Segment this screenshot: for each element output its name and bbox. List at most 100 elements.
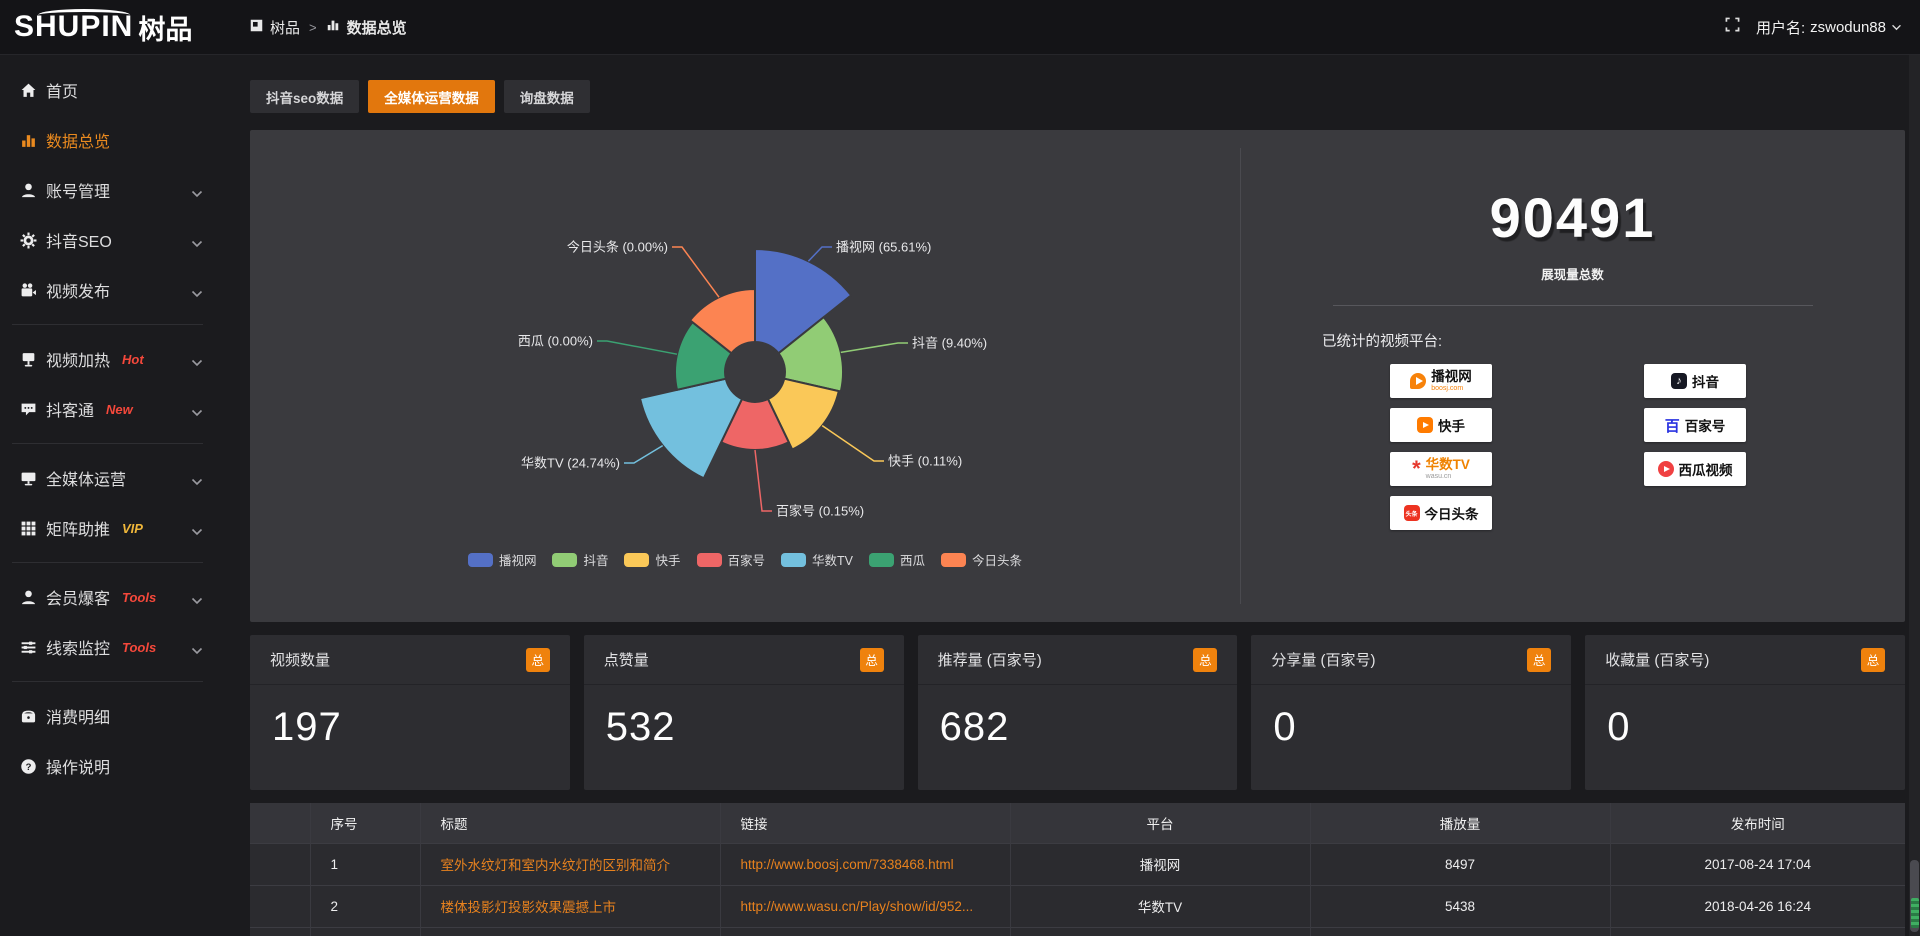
legend-item-百家号[interactable]: 百家号 (697, 550, 766, 569)
toutiao-logo-icon: 头条 (1404, 505, 1420, 521)
chevron-down-icon[interactable] (191, 404, 203, 422)
legend-item-华数TV[interactable]: 华数TV (781, 550, 853, 569)
legend-swatch (697, 553, 722, 567)
platform-subtext: wasu.cn (1426, 473, 1470, 480)
platform-badge-播视网: 播视网boosj.com (1390, 364, 1492, 398)
sidebar-divider (12, 443, 203, 444)
platform-badge-抖音: ♪抖音 (1644, 364, 1746, 398)
table-header-row: 序号标题链接平台播放量发布时间 (250, 803, 1905, 843)
stat-card-title: 点赞量 (604, 649, 649, 670)
sidebar-divider (12, 681, 203, 682)
sidebar-item-label: 数据总览 (46, 128, 110, 152)
legend-item-快手[interactable]: 快手 (624, 550, 680, 569)
tab-抖音seo数据[interactable]: 抖音seo数据 (250, 80, 359, 113)
fullscreen-icon[interactable] (1725, 17, 1740, 37)
sidebar-item-label: 抖音SEO (46, 228, 112, 252)
total-impressions-label: 展现量总数 (1240, 264, 1905, 283)
sidebar-item-全媒体运营[interactable]: 全媒体运营 (0, 453, 215, 503)
legend-item-抖音[interactable]: 抖音 (552, 550, 608, 569)
platform-name: 今日头条 (1425, 503, 1479, 523)
legend-item-今日头条[interactable]: 今日头条 (941, 550, 1022, 569)
cell-title[interactable]: 室外水纹灯和室内水纹灯的区别和简介 (420, 843, 720, 885)
chevron-down-icon[interactable] (191, 642, 203, 660)
sidebar-item-账号管理[interactable]: 账号管理 (0, 165, 215, 215)
stat-card-value: 0 (1585, 685, 1905, 750)
chevron-down-icon[interactable] (191, 235, 203, 253)
sidebar-item-label: 账号管理 (46, 178, 110, 202)
sidebar-item-消费明细[interactable]: 消费明细 (0, 691, 215, 741)
legend-swatch (781, 553, 806, 567)
page-scrollbar[interactable] (1909, 55, 1920, 936)
sliders-icon (20, 639, 46, 656)
chevron-down-icon[interactable] (191, 473, 203, 491)
summary-divider (1333, 305, 1813, 306)
pie-label-华数TV: 华数TV (24.74%) (521, 456, 620, 471)
table-row: 2楼体投影灯投影效果震撼上市http://www.wasu.cn/Play/sh… (250, 885, 1905, 927)
platform-badge-今日头条: 头条今日头条 (1390, 496, 1492, 530)
videos-table: 序号标题链接平台播放量发布时间 1室外水纹灯和室内水纹灯的区别和简介http:/… (250, 803, 1905, 936)
chevron-down-icon[interactable] (191, 523, 203, 541)
chevron-down-icon (1891, 24, 1902, 31)
breadcrumb-separator: > (309, 20, 317, 35)
legend-label: 抖音 (583, 550, 608, 569)
chart-bars-icon (20, 132, 46, 149)
sidebar-item-线索监控[interactable]: 线索监控Tools (0, 622, 215, 672)
sidebar-item-视频发布[interactable]: 视频发布 (0, 265, 215, 315)
cell-link[interactable]: http://www.wasu.cn/Play/show/id/952... (720, 885, 1010, 927)
platform-share-rose-chart[interactable]: 播视网 (65.61%)抖音 (9.40%)快手 (0.11%)百家号 (0.1… (250, 130, 1240, 622)
app-logo: SHUPIN 树品 (0, 8, 250, 47)
sidebar-item-label: 会员爆客 (46, 585, 110, 609)
sidebar-item-会员爆客[interactable]: 会员爆客Tools (0, 572, 215, 622)
stat-card-点赞量: 点赞量总532 (584, 635, 904, 790)
cell-published: 2017-08-24 17:04 (1610, 843, 1905, 885)
chevron-down-icon[interactable] (191, 285, 203, 303)
sidebar: 首页数据总览账号管理抖音SEO 视频发布视频加热Hot 抖客通 New 全媒体运营矩阵助… (0, 55, 215, 936)
scroll-widget-icon (1911, 898, 1919, 928)
sidebar-item-抖客通[interactable]: 抖客通 New (0, 384, 215, 434)
sidebar-item-首页[interactable]: 首页 (0, 65, 215, 115)
cell-link[interactable]: http://www.boosj.com/7338468.html (720, 843, 1010, 885)
cell-plays: 5438 (1310, 885, 1610, 927)
sidebar-item-label: 线索监控 (46, 635, 110, 659)
stat-card-value: 532 (584, 685, 904, 750)
stat-cards-row: 视频数量总197点赞量总532推荐量 (百家号)总682分享量 (百家号)总0收… (250, 635, 1905, 790)
stat-card-分享量 (百家号): 分享量 (百家号)总0 (1251, 635, 1571, 790)
cell-plays: 8497 (1310, 843, 1610, 885)
person-icon (20, 589, 46, 606)
sidebar-item-label: 抖客通 (46, 397, 94, 421)
breadcrumb-app[interactable]: 树品 (270, 17, 300, 38)
platform-badge-快手: 快手 (1390, 408, 1492, 442)
tab-全媒体运营数据[interactable]: 全媒体运营数据 (368, 80, 495, 113)
chevron-down-icon[interactable] (191, 592, 203, 610)
sidebar-item-矩阵助推[interactable]: 矩阵助推VIP (0, 503, 215, 553)
logo-suffix: 树品 (138, 8, 192, 47)
chevron-down-icon[interactable] (191, 354, 203, 372)
sidebar-item-label: 全媒体运营 (46, 466, 126, 490)
cell-title[interactable]: 楼体投影灯投影效果震撼上市 (420, 885, 720, 927)
sidebar-item-抖音SEO[interactable]: 抖音SEO (0, 215, 215, 265)
total-badge: 总 (1527, 648, 1551, 672)
kuaishou-logo-icon (1417, 417, 1433, 433)
legend-item-播视网[interactable]: 播视网 (468, 550, 537, 569)
sidebar-item-视频加热[interactable]: 视频加热Hot (0, 334, 215, 384)
legend-swatch (468, 553, 493, 567)
legend-swatch (941, 553, 966, 567)
legend-item-西瓜[interactable]: 西瓜 (869, 550, 925, 569)
sidebar-divider (12, 324, 203, 325)
grid-icon (20, 520, 46, 537)
boosj-logo-icon (1410, 373, 1426, 389)
douyin-logo-icon: ♪ (1671, 373, 1687, 389)
legend-label: 西瓜 (900, 550, 925, 569)
stat-card-视频数量: 视频数量总197 (250, 635, 570, 790)
topbar: SHUPIN 树品 树品 > 数据总览 用户名: zswodun88 (0, 0, 1920, 55)
sidebar-item-badge: New (106, 402, 133, 417)
breadcrumb-page[interactable]: 数据总览 (347, 17, 407, 38)
tab-询盘数据[interactable]: 询盘数据 (504, 80, 590, 113)
sidebar-item-操作说明[interactable]: ?操作说明 (0, 741, 215, 791)
sidebar-item-数据总览[interactable]: 数据总览 (0, 115, 215, 165)
user-menu[interactable]: 用户名: zswodun88 (1756, 17, 1902, 38)
pie-label-百家号: 百家号 (0.15%) (776, 504, 864, 519)
column-header-播放量: 播放量 (1310, 803, 1610, 843)
sidebar-item-label: 视频发布 (46, 278, 110, 302)
chevron-down-icon[interactable] (191, 185, 203, 203)
